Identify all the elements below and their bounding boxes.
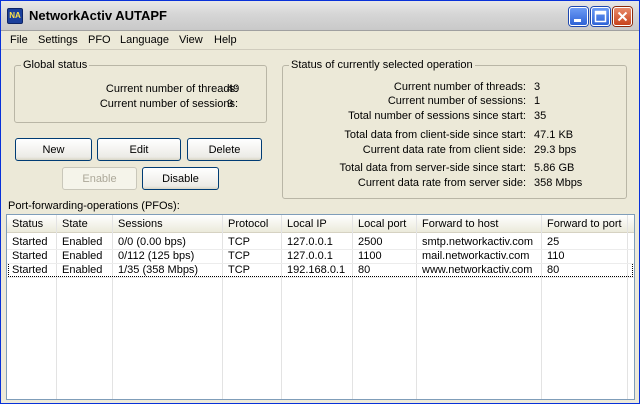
minimize-icon: [574, 19, 581, 22]
enable-button[interactable]: Enable: [62, 167, 137, 190]
sel-server-total-value: 5.86 GB: [534, 162, 575, 174]
cell-local-port: 1100: [358, 250, 382, 262]
global-threads-value: 49: [227, 83, 240, 95]
sel-sessions-value: 1: [534, 95, 541, 107]
cell-forward-port: 110: [547, 250, 565, 262]
col-status-header[interactable]: Status: [12, 218, 43, 230]
global-threads-label: Current number of threads:: [105, 83, 238, 95]
sel-threads-value: 3: [534, 81, 541, 93]
menu-file[interactable]: File: [10, 34, 28, 46]
row-divider: [7, 277, 634, 278]
sel-threads-label: Current number of threads:: [393, 81, 526, 93]
menu-pfo[interactable]: PFO: [88, 34, 111, 46]
col-forward-host-header[interactable]: Forward to host: [422, 218, 498, 230]
title-bar[interactable]: NA NetworkActiv AUTAPF: [1, 1, 639, 31]
sel-server-rate-value: 358 Mbps: [534, 177, 583, 189]
row-divider: [7, 249, 634, 250]
menu-view[interactable]: View: [179, 34, 203, 46]
cell-local-ip: 127.0.0.1: [287, 250, 333, 262]
global-status-title: Global status: [21, 59, 90, 71]
col-local-port-header[interactable]: Local port: [358, 218, 406, 230]
sel-client-rate-label: Current data rate from client side:: [362, 144, 526, 156]
close-icon: [617, 11, 628, 22]
cell-status: Started: [12, 264, 48, 276]
cell-state: Enabled: [62, 236, 103, 248]
sel-server-total-label: Total data from server-side since start:: [339, 162, 526, 174]
cell-forward-host: smtp.networkactiv.com: [422, 236, 534, 248]
table-header: Status State Sessions Protocol Local IP …: [7, 215, 634, 233]
sel-client-total-label: Total data from client-side since start:: [344, 129, 526, 141]
cell-status: Started: [12, 236, 48, 248]
cell-status: Started: [12, 250, 48, 262]
col-state-header[interactable]: State: [62, 218, 88, 230]
delete-button[interactable]: Delete: [187, 138, 262, 161]
pfo-list-label: Port-forwarding-operations (PFOs):: [8, 200, 180, 212]
sel-total-sessions-label: Total number of sessions since start:: [348, 110, 526, 122]
sel-client-rate-value: 29.3 bps: [534, 144, 577, 156]
selected-status-title: Status of currently selected operation: [289, 59, 475, 71]
cell-forward-port: 80: [547, 264, 560, 276]
cell-state: Enabled: [62, 264, 103, 276]
cell-local-ip: 127.0.0.1: [287, 236, 333, 248]
global-sessions-value: 9: [227, 98, 234, 110]
sel-client-total-value: 47.1 KB: [534, 129, 574, 141]
global-status-group: Global status Current number of threads:…: [14, 59, 267, 123]
close-button[interactable]: [613, 7, 632, 26]
global-sessions-label: Current number of sessions:: [99, 98, 238, 110]
cell-sessions: 1/35 (358 Mbps): [118, 264, 199, 276]
cell-local-port: 2500: [358, 236, 383, 248]
sel-server-rate-label: Current data rate from server side:: [357, 177, 526, 189]
sel-sessions-label: Current number of sessions:: [387, 95, 526, 107]
cell-sessions: 0/112 (125 bps): [118, 250, 195, 262]
cell-protocol: TCP: [228, 250, 250, 262]
cell-state: Enabled: [62, 250, 103, 262]
table-row[interactable]: Started Enabled 0/112 (125 bps) TCP 127.…: [7, 249, 634, 263]
selected-status-group: Status of currently selected operation C…: [282, 59, 627, 199]
cell-protocol: TCP: [228, 236, 250, 248]
menu-language[interactable]: Language: [120, 34, 169, 46]
menu-bar: File Settings PFO Language View Help: [1, 31, 639, 50]
row-divider: [7, 263, 634, 264]
col-sessions-header[interactable]: Sessions: [118, 218, 163, 230]
sel-total-sessions-value: 35: [534, 110, 547, 122]
cell-forward-port: 25: [547, 236, 560, 248]
col-local-ip-header[interactable]: Local IP: [287, 218, 327, 230]
pfo-table[interactable]: Status State Sessions Protocol Local IP …: [6, 214, 635, 400]
cell-forward-host: mail.networkactiv.com: [422, 250, 530, 262]
cell-local-ip: 192.168.0.1: [287, 264, 346, 276]
col-protocol-header[interactable]: Protocol: [228, 218, 268, 230]
cell-local-port: 80: [358, 264, 371, 276]
disable-button[interactable]: Disable: [142, 167, 219, 190]
cell-protocol: TCP: [228, 264, 250, 276]
menu-help[interactable]: Help: [214, 34, 237, 46]
maximize-icon: [594, 10, 607, 23]
main-window: NA NetworkActiv AUTAPF File Settings PFO…: [0, 0, 640, 404]
col-forward-port-header[interactable]: Forward to port: [547, 218, 622, 230]
menu-settings[interactable]: Settings: [38, 34, 78, 46]
maximize-button[interactable]: [591, 7, 610, 26]
table-row[interactable]: Started Enabled 0/0 (0.00 bps) TCP 127.0…: [7, 235, 634, 249]
cell-sessions: 0/0 (0.00 bps): [118, 236, 186, 248]
app-icon[interactable]: NA: [7, 8, 23, 24]
edit-button[interactable]: Edit: [97, 138, 181, 161]
table-row-selected[interactable]: Started Enabled 1/35 (358 Mbps) TCP 192.…: [7, 263, 634, 277]
minimize-button[interactable]: [569, 7, 588, 26]
window-title: NetworkActiv AUTAPF: [29, 8, 167, 23]
new-button[interactable]: New: [15, 138, 92, 161]
cell-forward-host: www.networkactiv.com: [422, 264, 533, 276]
